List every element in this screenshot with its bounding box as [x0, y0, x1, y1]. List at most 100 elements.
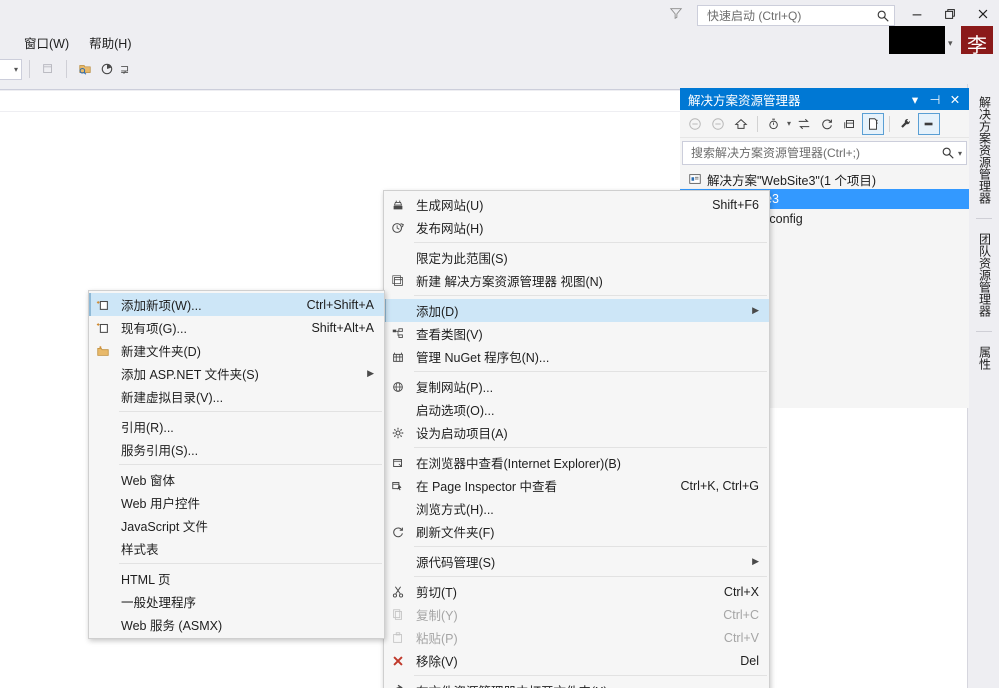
collapse-all-button[interactable] — [839, 113, 861, 135]
menu-item-label: Web 服务 (ASMX) — [121, 619, 223, 633]
menu-item-style-sheet[interactable]: 样式表 — [89, 537, 384, 560]
search-icon — [877, 10, 889, 22]
solution-explorer-titlebar: 解决方案资源管理器 ▾ ⊣ ✕ — [680, 88, 969, 110]
menu-item-view-in-browser[interactable]: 在浏览器中查看(Internet Explorer)(B) — [384, 451, 769, 474]
menu-item-publish-website[interactable]: 发布网站(H) — [384, 216, 769, 239]
close-button[interactable] — [966, 0, 999, 28]
configuration-combo[interactable]: ▾ — [0, 58, 22, 80]
properties-button[interactable] — [895, 113, 917, 135]
copy-website-icon — [384, 380, 412, 394]
menu-item-generic-handler[interactable]: 一般处理程序 — [89, 590, 384, 613]
menu-item-label: 添加新项(W)... — [121, 299, 202, 313]
panel-dropdown-button[interactable]: ▾ — [905, 90, 925, 108]
toolbar-overflow-button[interactable]: ⋥ — [120, 63, 129, 76]
menu-item-open-folder-in-file-explorer[interactable]: 在文件资源管理器中打开文件夹(X) — [384, 679, 769, 688]
menu-item-view-class-diagram[interactable]: 查看类图(V) — [384, 322, 769, 345]
title-bar — [0, 0, 999, 30]
find-in-files-button[interactable] — [74, 58, 96, 80]
sync-with-active-document-button[interactable] — [793, 113, 815, 135]
chevron-right-icon: ▶ — [752, 556, 759, 566]
new-window-button[interactable] — [37, 58, 59, 80]
add-new-item-icon — [89, 298, 117, 312]
menu-item-manage-nuget-packages[interactable]: 管理 NuGet 程序包(N)... — [384, 345, 769, 368]
menu-separator — [414, 546, 767, 547]
menu-item-add-new-item[interactable]: 添加新项(W)... Ctrl+Shift+A — [89, 293, 384, 316]
menu-item-set-as-startup-project[interactable]: 设为启动项目(A) — [384, 421, 769, 444]
menu-item-label: 新建文件夹(D) — [121, 345, 201, 359]
tree-node-label: 解决方案"WebSite3"(1 个项目) — [707, 173, 877, 188]
window-controls — [900, 0, 999, 28]
show-all-files-button[interactable] — [862, 112, 885, 135]
menu-item-web-service-asmx[interactable]: Web 服务 (ASMX) — [89, 613, 384, 636]
menu-item-copy-website[interactable]: 复制网站(P)... — [384, 375, 769, 398]
page-inspector-icon — [384, 479, 412, 493]
quick-launch-input[interactable] — [705, 7, 876, 24]
menu-separator — [119, 563, 382, 564]
menu-window[interactable]: 窗口(W) — [14, 31, 79, 54]
menu-item-accelerator: Ctrl+C — [723, 607, 759, 622]
menu-item-scope-to-this[interactable]: 限定为此范围(S) — [384, 246, 769, 269]
menu-item-web-user-control[interactable]: Web 用户控件 — [89, 491, 384, 514]
feedback-funnel-icon[interactable] — [667, 4, 685, 22]
search-input[interactable] — [689, 145, 941, 161]
menu-separator — [119, 464, 382, 465]
solution-explorer-search[interactable]: ▾ — [682, 141, 967, 165]
menu-item-label: 移除(V) — [416, 655, 458, 669]
menu-item-label: Web 窗体 — [121, 474, 175, 488]
new-view-icon — [384, 274, 412, 288]
menu-item-label: 管理 NuGet 程序包(N)... — [416, 351, 550, 365]
visual-studio-window: 解决方案资源管理器 团队资源管理器 属性 快速启动 (Ctrl+Q) 窗口(W)… — [0, 0, 999, 688]
panel-pin-button[interactable]: ⊣ — [925, 90, 945, 108]
menu-item-reference[interactable]: 引用(R)... — [89, 415, 384, 438]
menu-item-html-page[interactable]: HTML 页 — [89, 567, 384, 590]
menu-item-copy[interactable]: 复制(Y) Ctrl+C — [384, 603, 769, 626]
menu-item-service-reference[interactable]: 服务引用(S)... — [89, 438, 384, 461]
quick-launch-box[interactable] — [697, 5, 895, 26]
project-context-menu: 生成网站(U) Shift+F6 发布网站(H) 限定为此范围(S) 新建 解决… — [383, 190, 770, 688]
pending-changes-icon[interactable] — [763, 113, 785, 135]
menu-item-start-options[interactable]: 启动选项(O)... — [384, 398, 769, 421]
menu-item-paste[interactable]: 粘贴(P) Ctrl+V — [384, 626, 769, 649]
menu-item-new-folder[interactable]: 新建文件夹(D) — [89, 339, 384, 362]
vtab-properties[interactable]: 属性 — [974, 338, 994, 378]
chevron-down-icon[interactable]: ▾ — [958, 149, 962, 158]
menu-item-label: 在 Page Inspector 中查看 — [416, 480, 558, 494]
forward-button[interactable] — [707, 113, 729, 135]
chevron-down-icon[interactable]: ▾ — [787, 119, 791, 128]
solution-icon — [689, 174, 701, 184]
menu-item-view-in-page-inspector[interactable]: 在 Page Inspector 中查看 Ctrl+K, Ctrl+G — [384, 474, 769, 497]
menu-item-add-existing-item[interactable]: 现有项(G)... Shift+Alt+A — [89, 316, 384, 339]
restore-button[interactable] — [933, 0, 966, 28]
menu-item-add[interactable]: 添加(D) ▶ — [384, 299, 769, 322]
menu-help[interactable]: 帮助(H) — [79, 31, 141, 54]
code-metrics-button[interactable] — [96, 58, 118, 80]
menu-item-cut[interactable]: 剪切(T) Ctrl+X — [384, 580, 769, 603]
menu-item-web-form[interactable]: Web 窗体 — [89, 468, 384, 491]
vtab-team-explorer[interactable]: 团队资源管理器 — [974, 225, 994, 325]
new-folder-icon — [89, 344, 117, 358]
tree-node-solution[interactable]: 解决方案"WebSite3"(1 个项目) — [680, 169, 969, 189]
menu-item-new-solution-explorer-view[interactable]: 新建 解决方案资源管理器 视图(N) — [384, 269, 769, 292]
nuget-icon — [384, 350, 412, 364]
menu-item-javascript-file[interactable]: JavaScript 文件 — [89, 514, 384, 537]
panel-close-button[interactable]: ✕ — [945, 90, 965, 108]
menu-item-browse-with[interactable]: 浏览方式(H)... — [384, 497, 769, 520]
chevron-down-icon[interactable]: ▾ — [948, 38, 957, 49]
home-button[interactable] — [730, 113, 752, 135]
back-button[interactable] — [684, 113, 706, 135]
menu-item-label: 浏览方式(H)... — [416, 503, 494, 517]
menu-item-new-virtual-directory[interactable]: 新建虚拟目录(V)... — [89, 385, 384, 408]
add-submenu: 添加新项(W)... Ctrl+Shift+A 现有项(G)... Shift+… — [88, 290, 385, 639]
vtab-solution-explorer[interactable]: 解决方案资源管理器 — [974, 88, 994, 212]
refresh-button[interactable] — [816, 113, 838, 135]
menu-item-add-aspnet-folder[interactable]: 添加 ASP.NET 文件夹(S) ▶ — [89, 362, 384, 385]
menu-item-remove[interactable]: 移除(V) Del — [384, 649, 769, 672]
menu-bar: 窗口(W) 帮助(H) — [0, 30, 141, 54]
menu-item-source-control[interactable]: 源代码管理(S) ▶ — [384, 550, 769, 573]
menu-item-refresh-folder[interactable]: 刷新文件夹(F) — [384, 520, 769, 543]
menu-separator — [414, 675, 767, 676]
preview-selected-items-button[interactable] — [918, 112, 941, 135]
minimize-button[interactable] — [900, 0, 933, 28]
class-diagram-icon — [384, 327, 412, 341]
menu-item-build-website[interactable]: 生成网站(U) Shift+F6 — [384, 193, 769, 216]
